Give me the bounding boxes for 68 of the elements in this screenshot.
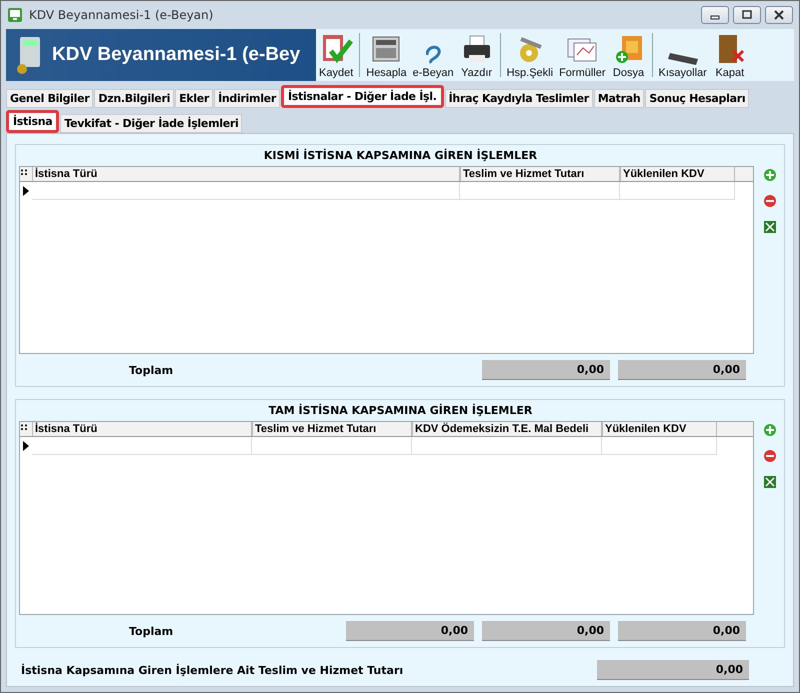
column-header[interactable]: KDV Ödemeksizin T.E. Mal Bedeli <box>412 422 602 436</box>
toolbar-button[interactable]: Formüller <box>556 31 609 79</box>
tab[interactable]: Sonuç Hesapları <box>645 89 750 108</box>
add-row-button[interactable] <box>762 423 778 439</box>
maximize-button[interactable] <box>733 6 761 24</box>
table-cell[interactable] <box>460 182 620 200</box>
toolbar-button[interactable]: Kaydet <box>316 31 356 79</box>
drag-handle[interactable]: :: <box>20 422 32 436</box>
table-cell[interactable] <box>252 437 412 455</box>
remove-icon <box>763 449 777 463</box>
tab[interactable]: Ekler <box>175 89 214 108</box>
total-field: 0,00 <box>482 621 610 641</box>
add-icon <box>763 423 777 437</box>
drag-handle[interactable]: :: <box>20 167 32 181</box>
calculator-icon <box>16 35 42 75</box>
maximize-icon <box>742 10 752 20</box>
export-button[interactable] <box>762 220 778 236</box>
column-header[interactable]: Teslim ve Hizmet Tutarı <box>460 167 620 181</box>
section-title: KISMİ İSTİSNA KAPSAMINA GİREN İŞLEMLER <box>262 149 538 162</box>
tab[interactable]: Dzn.Bilgileri <box>94 89 174 108</box>
close-icon <box>773 10 785 20</box>
section-title: TAM İSTİSNA KAPSAMINA GİREN İŞLEMLER <box>268 404 534 417</box>
toolbar-button[interactable]: Hesapla <box>363 31 410 79</box>
table-cell[interactable] <box>412 437 602 455</box>
toolbar-button[interactable]: Kapat <box>710 31 750 79</box>
total-label: Toplam <box>129 364 174 376</box>
tab[interactable]: İndirimler <box>214 89 280 108</box>
remove-row-button[interactable] <box>762 449 778 465</box>
minimize-button[interactable] <box>701 6 729 24</box>
toolbar-button[interactable]: Yazdır <box>456 31 497 79</box>
add-icon <box>763 168 777 182</box>
total-label: Toplam <box>129 624 174 638</box>
table-cell[interactable] <box>602 437 717 455</box>
add-row-button[interactable] <box>762 168 778 184</box>
toolbar-button[interactable]: Hsp.Şekli <box>504 31 556 79</box>
remove-icon <box>763 194 777 208</box>
total-field: 0,00 <box>618 621 746 641</box>
tab[interactable]: İhraç Kaydıyla Teslimler <box>444 89 593 108</box>
summary-field: 0,00 <box>597 660 749 680</box>
column-header[interactable]: Yüklenilen KDV <box>602 422 717 436</box>
tab[interactable]: İstisnalar - Diğer İade İşl. <box>280 85 444 108</box>
table-cell[interactable] <box>620 182 735 200</box>
tab[interactable]: İstisna <box>6 110 60 133</box>
swirl-icon <box>426 45 441 65</box>
spreadsheet-icon <box>763 220 777 234</box>
spreadsheet-icon <box>763 475 777 489</box>
total-field: 0,00 <box>618 360 746 380</box>
toolbar-button[interactable]: Kısayollar <box>656 31 710 79</box>
column-header[interactable]: İstisna Türü <box>32 167 460 181</box>
toolbar-button[interactable]: e-Beyan <box>410 31 457 79</box>
monitor-icon <box>7 7 23 23</box>
form-title: KDV Beyannamesi-1 (e-Bey <box>52 44 300 66</box>
column-header[interactable]: Yüklenilen KDV <box>620 167 735 181</box>
close-button[interactable] <box>765 6 793 24</box>
table-cell[interactable] <box>32 182 460 200</box>
tab[interactable]: Genel Bilgiler <box>6 89 94 108</box>
table-cell[interactable] <box>32 437 252 455</box>
summary-label: İstisna Kapsamına Giren İşlemlere Ait Teslim ve Hizmet Tutarı <box>21 664 404 676</box>
column-header[interactable]: Teslim ve Hizmet Tutarı <box>252 422 412 436</box>
total-field: 0,00 <box>482 360 610 380</box>
toolbar-button[interactable]: Dosya <box>608 31 649 79</box>
export-button[interactable] <box>762 475 778 491</box>
window-title: KDV Beyannamesi-1 (e-Beyan) <box>29 8 214 22</box>
total-field: 0,00 <box>346 621 474 641</box>
remove-row-button[interactable] <box>762 194 778 210</box>
tab[interactable]: Tevkifat - Diğer İade İşlemleri <box>60 114 242 133</box>
column-header[interactable]: İstisna Türü <box>32 422 252 436</box>
tab[interactable]: Matrah <box>594 89 644 108</box>
